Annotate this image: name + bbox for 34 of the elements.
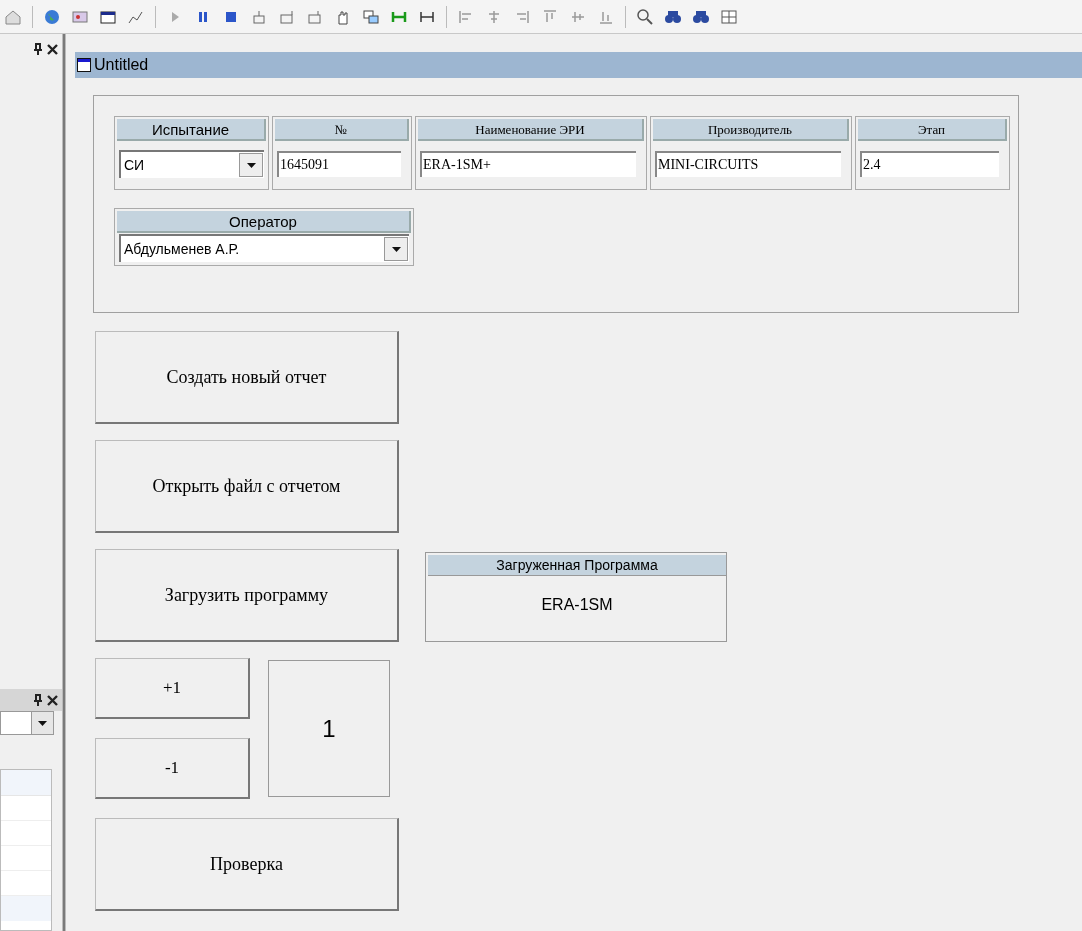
dropdown-field[interactable]: СИ bbox=[119, 150, 264, 178]
field-label: Оператор bbox=[117, 211, 411, 233]
dropdown-value: Абдульменев А.Р. bbox=[123, 239, 240, 259]
increment-button[interactable]: +1 bbox=[95, 658, 250, 719]
text-field[interactable]: MINI-CIRCUITS bbox=[655, 151, 841, 177]
action-button[interactable]: Создать новый отчет bbox=[95, 331, 399, 424]
field-label: Наименование ЭРИ bbox=[418, 119, 644, 141]
globe-icon[interactable] bbox=[43, 7, 61, 26]
counter-value: 1 bbox=[322, 713, 336, 744]
dropdown-field[interactable]: Абдульменев А.Р. bbox=[119, 234, 409, 262]
field-label: № bbox=[275, 119, 409, 141]
check-button[interactable]: Проверка bbox=[95, 818, 399, 911]
windows-icon[interactable] bbox=[362, 7, 380, 26]
text-field[interactable]: 1645091 bbox=[277, 151, 401, 177]
loaded-program-name: ERA-1SM bbox=[540, 595, 614, 615]
close-icon[interactable] bbox=[47, 43, 58, 55]
window-icon bbox=[77, 58, 91, 72]
grid-icon[interactable] bbox=[720, 7, 738, 26]
field-label: Производитель bbox=[653, 119, 849, 141]
dropdown-value: СИ bbox=[123, 155, 145, 175]
action-button[interactable]: Загрузить программу bbox=[95, 549, 399, 642]
panel-label: Загруженная Программа bbox=[428, 555, 726, 576]
pin-icon[interactable] bbox=[33, 43, 43, 55]
decrement-button[interactable]: -1 bbox=[95, 738, 250, 799]
action-button[interactable]: Открыть файл с отчетом bbox=[95, 440, 399, 533]
dropdown-field[interactable] bbox=[0, 711, 54, 735]
text-field[interactable]: 2.4 bbox=[860, 151, 999, 177]
zoom-icon[interactable] bbox=[636, 7, 654, 26]
field-label: Этап bbox=[858, 119, 1007, 141]
field-label: Испытание bbox=[117, 119, 266, 141]
document-title: Untitled bbox=[94, 55, 149, 75]
text-field[interactable]: ERA-1SM+ bbox=[420, 151, 636, 177]
close-icon[interactable] bbox=[47, 694, 58, 706]
pin-icon[interactable] bbox=[33, 694, 43, 706]
